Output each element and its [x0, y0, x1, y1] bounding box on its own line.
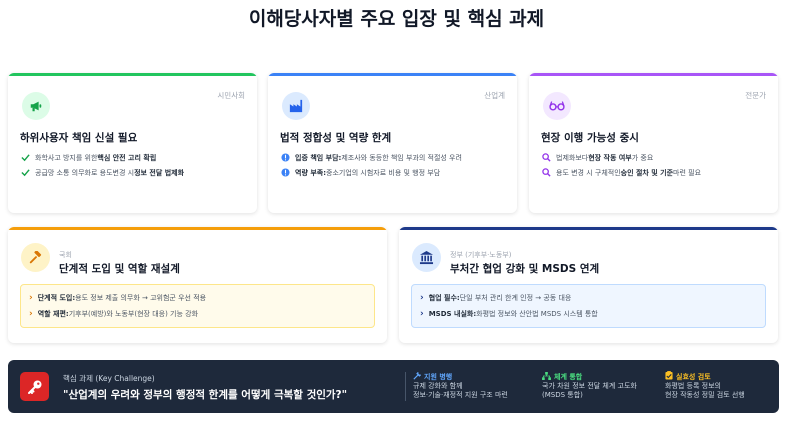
megaphone-icon	[22, 92, 50, 120]
footer-line: 국가 차원 정보 전달 체계 고도화	[542, 382, 637, 390]
card-industry: 산업계 법적 정합성 및 역량 한계 입증 책임 부담: 제조사와 동등한 책임…	[268, 73, 517, 213]
footer-column-effectiveness: 실효성 검토 화평법 등록 정보의 현장 작동성 정밀 검토 선행	[665, 371, 745, 399]
card-accent-bar	[268, 73, 517, 76]
list-item: › 역할 재편: 기후부(예방)와 노동부(현장 대응) 기능 강화	[29, 309, 199, 319]
card-government: 정부 (기후부·노동부) 부처간 협업 강화 및 MSDS 연계 › 협업 필수:…	[399, 227, 778, 343]
chevron-right-icon: ›	[420, 293, 424, 303]
card-accent-bar	[529, 73, 778, 76]
card-title: 부처간 협업 강화 및 MSDS 연계	[450, 263, 600, 275]
card-tag: 시민사회	[217, 91, 245, 100]
list-item: 용도 변경 시 구체적인 승인 절차 및 기준 마련 필요	[541, 165, 701, 180]
tools-icon	[413, 370, 422, 382]
list-item: › MSDS 내실화: 화평법 정보와 산안법 MSDS 시스템 통합	[420, 309, 598, 319]
footer-column-support: 지원 병행 규제 강화와 함께 정보·기술·재정적 지원 구조 마련	[413, 370, 508, 399]
card-accent-bar	[399, 227, 778, 230]
card-title: 하위사용자 책임 신설 필요	[20, 132, 138, 144]
clipboard-check-icon	[665, 371, 673, 382]
card-title: 법적 정합성 및 역량 한계	[280, 132, 392, 144]
footer-line: 정보·기술·재정적 지원 구조 마련	[413, 391, 508, 399]
footer-line: (MSDS 통합)	[542, 391, 583, 399]
chevron-right-icon: ›	[420, 309, 424, 319]
card-tag: 산업계	[484, 91, 505, 100]
list-item: 법제화보다 현장 작동 여부 가 중요	[541, 150, 701, 165]
card-civil-society: 시민사회 하위사용자 책임 신설 필요 화학사고 방지를 위한 핵심 안전 고리…	[8, 73, 257, 213]
card-accent-bar	[8, 227, 387, 230]
page-title: 이해당사자별 주요 입장 및 핵심 과제	[248, 8, 545, 30]
key-challenge-question: "산업계의 우려와 정부의 행정적 한계를 어떻게 극복할 것인가?"	[63, 389, 348, 401]
list-item: 화학사고 방지를 위한 핵심 안전 고리 확립	[20, 150, 184, 165]
key-icon	[20, 372, 49, 401]
card-national-assembly: 국회 단계적 도입 및 역할 재설계 › 단계적 도입: 용도 정보 제출 의무화…	[8, 227, 387, 343]
glasses-icon	[543, 92, 571, 120]
list-item: › 단계적 도입: 용도 정보 제출 의무화 → 고위험군 우선 적용	[29, 293, 207, 303]
alert-circle-icon	[280, 152, 291, 163]
card-accent-bar	[8, 73, 257, 76]
card-tag: 전문가	[745, 91, 766, 100]
list-item: 공급망 소통 의무화로 용도변경 시 정보 전달 법제화	[20, 165, 184, 180]
footer-line: 규제 강화와 함께	[413, 382, 463, 390]
magnifier-icon	[541, 167, 552, 178]
list-item: 역량 부족: 중소기업의 시험자료 비용 및 행정 부담	[280, 165, 462, 180]
list-item: › 협업 필수: 단일 부처 관리 한계 인정 → 공동 대응	[420, 293, 572, 303]
alert-circle-icon	[280, 167, 291, 178]
card-title: 현장 이행 가능성 중시	[541, 132, 639, 144]
key-challenge-banner: 핵심 과제 (Key Challenge) "산업계의 우려와 정부의 행정적 …	[8, 360, 779, 413]
card-tag: 정부 (기후부·노동부)	[450, 251, 512, 259]
card-title: 단계적 도입 및 역할 재설계	[59, 263, 180, 275]
chevron-right-icon: ›	[29, 309, 33, 319]
key-challenge-label: 핵심 과제 (Key Challenge)	[63, 374, 155, 383]
network-icon	[542, 371, 551, 382]
gavel-icon	[21, 243, 50, 272]
list-item: 입증 책임 부담: 제조사와 동등한 책임 부과의 적절성 우려	[280, 150, 462, 165]
detail-box: › 단계적 도입: 용도 정보 제출 의무화 → 고위험군 우선 적용 › 역할 재…	[20, 284, 375, 328]
magnifier-icon	[541, 152, 552, 163]
check-icon	[20, 152, 31, 163]
divider	[405, 372, 406, 401]
check-icon	[20, 167, 31, 178]
factory-icon	[282, 92, 310, 120]
chevron-right-icon: ›	[29, 293, 33, 303]
detail-box: › 협업 필수: 단일 부처 관리 한계 인정 → 공동 대응 › MSDS 내실화…	[411, 284, 766, 328]
footer-line: 화평법 등록 정보의	[665, 382, 721, 390]
footer-line: 현장 작동성 정밀 검토 선행	[665, 391, 745, 399]
card-tag: 국회	[59, 251, 72, 259]
card-experts: 전문가 현장 이행 가능성 중시 법제화보다 현장 작동 여부 가 중요 용도 변…	[529, 73, 778, 213]
government-building-icon	[412, 243, 441, 272]
footer-column-integration: 체계 통합 국가 차원 정보 전달 체계 고도화 (MSDS 통합)	[542, 371, 637, 399]
